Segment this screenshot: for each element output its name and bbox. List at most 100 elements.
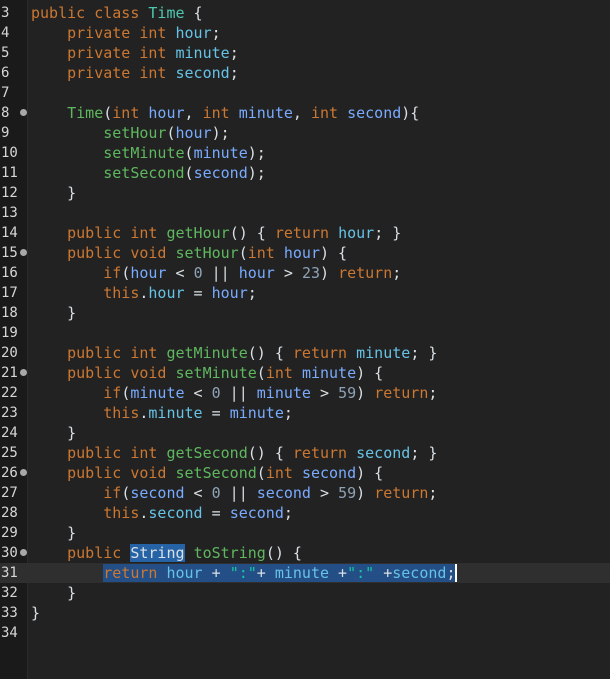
- code-token: second: [175, 64, 230, 82]
- code-token: int: [139, 24, 167, 42]
- code-token: +: [329, 564, 348, 582]
- code-token: ;: [211, 24, 221, 42]
- line-number: 10: [1, 145, 18, 161]
- code-token: ;: [283, 404, 293, 422]
- code-line[interactable]: 24 }: [0, 423, 610, 443]
- code-token: getSecond: [166, 444, 248, 462]
- code-text: public int getHour() { return hour; }: [31, 223, 401, 243]
- code-line[interactable]: 21 public void setMinute(int minute) {: [0, 363, 610, 383]
- code-token: ) {: [320, 244, 348, 262]
- code-line[interactable]: 10 setMinute(minute);: [0, 143, 610, 163]
- code-line[interactable]: 28 this.second = second;: [0, 503, 610, 523]
- code-token: second: [347, 104, 402, 122]
- code-token: ;: [229, 64, 239, 82]
- code-token: private: [67, 44, 131, 62]
- code-token: () {: [229, 224, 275, 242]
- code-line[interactable]: 8 Time(int hour, int minute, int second)…: [0, 103, 610, 123]
- code-text: public int getSecond() { return second; …: [31, 443, 437, 463]
- code-token: hour: [166, 564, 203, 582]
- code-token: (: [256, 464, 266, 482]
- line-number: 34: [1, 625, 18, 641]
- code-token: minute: [256, 384, 311, 402]
- code-token: 0: [193, 264, 203, 282]
- code-token: hour: [238, 264, 275, 282]
- code-text: }: [31, 603, 40, 623]
- code-text: if(minute < 0 || minute > 59) return;: [31, 383, 437, 403]
- fold-marker-icon[interactable]: [20, 549, 27, 556]
- code-line[interactable]: 9 setHour(hour);: [0, 123, 610, 143]
- code-line[interactable]: 6 private int second;: [0, 63, 610, 83]
- fold-marker-icon[interactable]: [20, 109, 27, 116]
- code-token: );: [247, 144, 266, 162]
- fold-marker-icon[interactable]: [20, 369, 27, 376]
- code-line[interactable]: 14 public int getHour() { return hour; }: [0, 223, 610, 243]
- code-text: private int second;: [31, 63, 239, 83]
- code-token: second: [130, 484, 185, 502]
- fold-marker-icon[interactable]: [20, 469, 27, 476]
- code-line[interactable]: 7: [0, 83, 610, 103]
- code-token: int: [139, 64, 167, 82]
- code-line[interactable]: 27 if(second < 0 || second > 59) return;: [0, 483, 610, 503]
- code-token: );: [247, 164, 266, 182]
- code-token: setSecond: [175, 464, 257, 482]
- code-token: public: [67, 444, 122, 462]
- code-token: ,: [292, 104, 311, 122]
- code-text: if(hour < 0 || hour > 23) return;: [31, 263, 401, 283]
- code-token: (: [103, 104, 113, 122]
- code-token: hour: [148, 284, 185, 302]
- code-line[interactable]: 19: [0, 323, 610, 343]
- code-token: setHour: [103, 124, 167, 142]
- code-line[interactable]: 13: [0, 203, 610, 223]
- code-area[interactable]: 3 public class Time {4 private int hour; 5…: [0, 3, 610, 643]
- code-token: minute: [274, 564, 330, 582]
- code-token: int: [130, 444, 158, 462]
- code-line[interactable]: 33}: [0, 603, 610, 623]
- code-line[interactable]: 22 if(minute < 0 || minute > 59) return;: [0, 383, 610, 403]
- code-line[interactable]: 32 }: [0, 583, 610, 603]
- code-token: }: [31, 604, 41, 622]
- code-token: this: [103, 404, 140, 422]
- line-number: 27: [1, 485, 18, 501]
- code-token: >: [310, 484, 339, 502]
- code-line[interactable]: 31 return hour + ":"+ minute +":" +secon…: [0, 563, 610, 583]
- code-line[interactable]: 3 public class Time {: [0, 3, 610, 23]
- code-line[interactable]: 16 if(hour < 0 || hour > 23) return;: [0, 263, 610, 283]
- code-line[interactable]: 17 this.hour = hour;: [0, 283, 610, 303]
- line-number: 28: [1, 505, 18, 521]
- code-token: (: [184, 164, 194, 182]
- code-token: void: [130, 364, 167, 382]
- code-line[interactable]: 12 }: [0, 183, 610, 203]
- code-line[interactable]: 29 }: [0, 523, 610, 543]
- code-line[interactable]: 34: [0, 623, 610, 643]
- code-line[interactable]: 25 public int getSecond() { return secon…: [0, 443, 610, 463]
- code-text: this.minute = minute;: [31, 403, 293, 423]
- code-text: private int minute;: [31, 43, 239, 63]
- code-line[interactable]: 23 this.minute = minute;: [0, 403, 610, 423]
- code-line[interactable]: 18 }: [0, 303, 610, 323]
- fold-marker-icon[interactable]: [20, 249, 27, 256]
- code-line[interactable]: 5 private int minute;: [0, 43, 610, 63]
- code-token: return: [374, 484, 429, 502]
- code-line[interactable]: 20 public int getMinute() { return minut…: [0, 343, 610, 363]
- code-token: int: [130, 344, 158, 362]
- code-token: int: [112, 104, 140, 122]
- code-text: setMinute(minute);: [31, 143, 266, 163]
- line-number: 33: [1, 605, 18, 621]
- line-number: 5: [1, 45, 10, 61]
- code-text: public void setHour(int hour) {: [31, 243, 347, 263]
- code-token: <: [184, 384, 212, 402]
- code-token: second: [193, 164, 248, 182]
- code-line[interactable]: 4 private int hour;: [0, 23, 610, 43]
- code-line[interactable]: 26 public void setSecond(int second) {: [0, 463, 610, 483]
- code-editor[interactable]: 3 public class Time {4 private int hour; 5…: [0, 0, 610, 679]
- code-token: minute: [130, 384, 185, 402]
- code-line[interactable]: 30 public String toString() {: [0, 543, 610, 563]
- code-line[interactable]: 11 setSecond(second);: [0, 163, 610, 183]
- code-token: Time: [67, 104, 104, 122]
- code-line[interactable]: 15 public void setHour(int hour) {: [0, 243, 610, 263]
- code-token: public: [67, 464, 122, 482]
